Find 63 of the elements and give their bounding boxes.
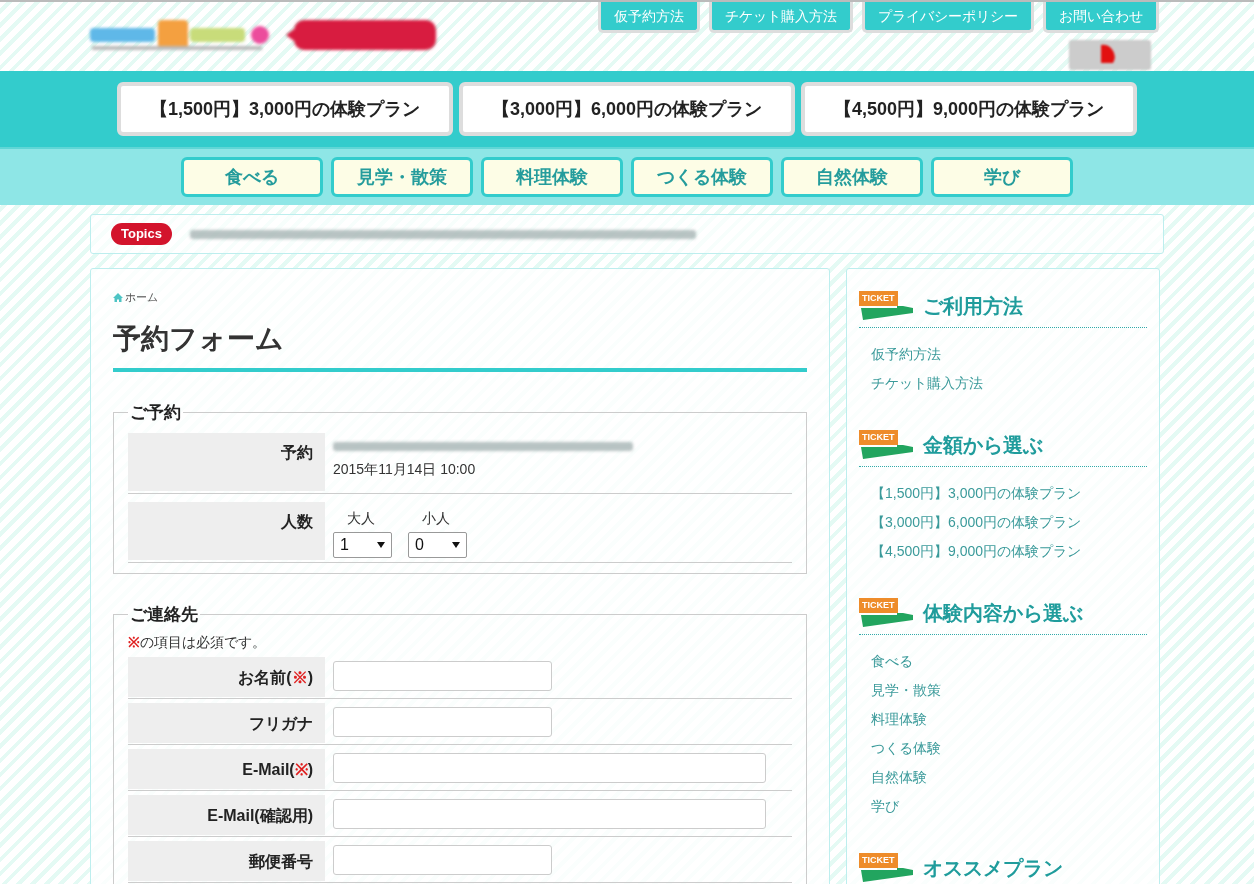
count-select[interactable]: 1 [333, 532, 392, 558]
ticket-stub-icon [859, 445, 915, 460]
breadcrumb-link[interactable]: ホーム [113, 289, 807, 306]
sidebar-link[interactable]: 【1,500円】3,000円の体験プラン [871, 483, 1147, 504]
plan-button[interactable]: 【3,000円】6,000円の体験プラン [459, 82, 795, 136]
ticket-stub-icon [859, 306, 915, 321]
top-nav-link[interactable]: チケット購入方法 [709, 2, 853, 33]
field-label: E-Mail(確認用) [128, 794, 325, 835]
sidebar-link[interactable]: 料理体験 [871, 709, 1147, 730]
text-input[interactable] [333, 798, 766, 829]
category-button[interactable]: 料理体験 [481, 157, 623, 197]
row-label: 予約 [128, 433, 325, 491]
category-button[interactable]: 自然体験 [781, 157, 923, 197]
reservation-date: 2015年11月14日 10:00 [333, 460, 477, 479]
required-note: ※の項目は必須です。 [128, 632, 267, 652]
select-label: 大人 [346, 509, 376, 528]
caret-icon [377, 542, 385, 548]
sidebar-link[interactable]: 仮予約方法 [871, 344, 1147, 365]
select-label: 小人 [421, 509, 451, 528]
fieldset-legend: ご連絡先 [128, 602, 200, 628]
sidebar-heading: オススメプラン [923, 856, 1063, 881]
sidebar-link[interactable]: 学び [871, 796, 1147, 817]
sidebar-heading: 体験内容から選ぶ [923, 601, 1083, 626]
ticket-badge: TICKET [859, 598, 898, 613]
field-label: 郵便番号 [128, 840, 325, 881]
ticket-badge: TICKET [859, 853, 898, 868]
plan-button[interactable]: 【4,500円】9,000円の体験プラン [801, 82, 1137, 136]
sidebar-link[interactable]: つくる体験 [871, 738, 1147, 759]
top-nav-link[interactable]: プライバシーポリシー [862, 2, 1034, 33]
sidebar-heading: ご利用方法 [923, 294, 1023, 319]
sidebar-link[interactable]: 【4,500円】9,000円の体験プラン [871, 541, 1147, 562]
category-button[interactable]: 見学・散策 [331, 157, 473, 197]
sidebar-heading: 金額から選ぶ [923, 433, 1043, 458]
ticket-badge: TICKET [859, 291, 898, 306]
top-nav-link[interactable]: お問い合わせ [1043, 2, 1159, 33]
social-icon[interactable] [1069, 40, 1151, 70]
sidebar-link[interactable]: 見学・散策 [871, 680, 1147, 701]
category-button[interactable]: 食べる [181, 157, 323, 197]
text-input[interactable] [333, 752, 766, 783]
ticket-stub-icon [859, 868, 915, 883]
ticket-stub-icon [859, 613, 915, 628]
category-button[interactable]: 学び [931, 157, 1073, 197]
ticket-badge: TICKET [859, 430, 898, 445]
plan-button[interactable]: 【1,500円】3,000円の体験プラン [117, 82, 453, 136]
caret-icon [452, 542, 460, 548]
page-title: 予約フォーム [113, 317, 807, 372]
field-label: E-Mail(※) [128, 748, 325, 789]
home-icon [113, 292, 123, 302]
row-label: 人数 [128, 502, 325, 560]
category-button[interactable]: つくる体験 [631, 157, 773, 197]
sidebar-link[interactable]: 食べる [871, 651, 1147, 672]
text-input[interactable] [333, 660, 552, 691]
field-label: お名前(※) [128, 656, 325, 697]
sidebar-link[interactable]: 【3,000円】6,000円の体験プラン [871, 512, 1147, 533]
topics-badge: Topics [111, 223, 172, 245]
fieldset-legend: ご予約 [128, 399, 183, 425]
field-label: フリガナ [128, 702, 325, 743]
top-nav-link[interactable]: 仮予約方法 [598, 2, 700, 33]
sidebar-link[interactable]: 自然体験 [871, 767, 1147, 788]
text-input[interactable] [333, 844, 552, 875]
text-input[interactable] [333, 706, 552, 737]
count-select[interactable]: 0 [408, 532, 467, 558]
sidebar-link[interactable]: チケット購入方法 [871, 373, 1147, 394]
